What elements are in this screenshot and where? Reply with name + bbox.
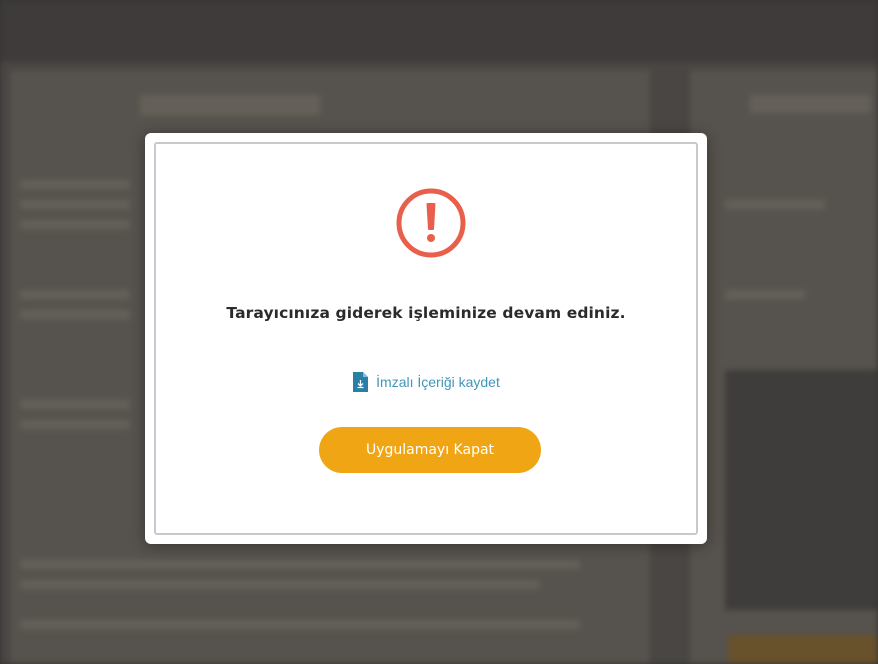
dialog-message: Tarayıcınıza giderek işleminize devam ed… (226, 304, 626, 322)
close-application-button[interactable]: Uygulamayı Kapat (319, 427, 541, 473)
document-download-icon (353, 372, 369, 392)
exclamation-circle-icon (396, 188, 466, 258)
save-link-label: İmzalı İçeriği kaydet (376, 374, 500, 390)
alert-dialog-body: Tarayıcınıza giderek işleminize devam ed… (154, 142, 698, 535)
alert-dialog: Tarayıcınıza giderek işleminize devam ed… (145, 133, 707, 544)
save-signed-content-link[interactable]: İmzalı İçeriği kaydet (156, 372, 696, 392)
